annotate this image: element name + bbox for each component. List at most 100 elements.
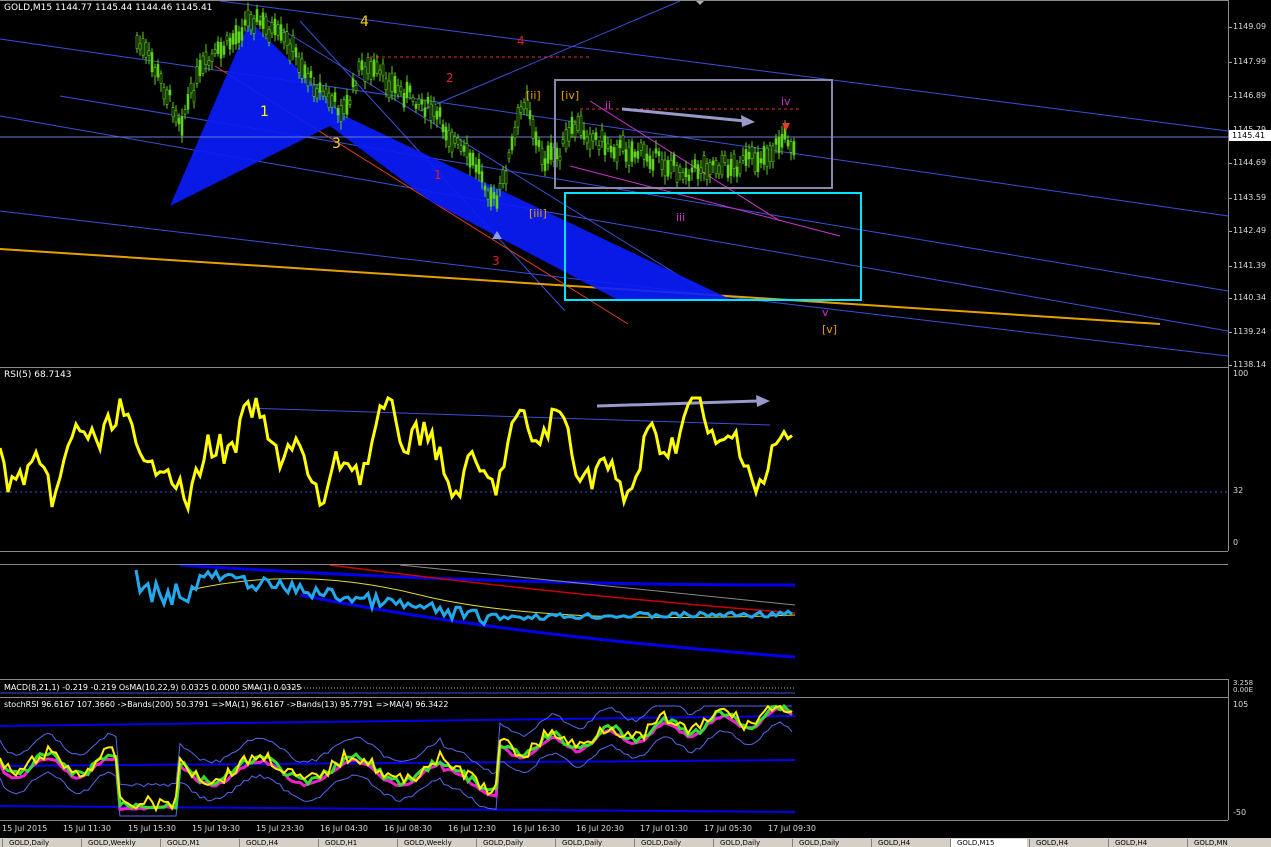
chart-tab[interactable]: GOLD,H4 bbox=[1029, 839, 1106, 847]
candle-body bbox=[681, 172, 685, 180]
time-tick: 17 Jul 05:30 bbox=[704, 824, 752, 833]
chart-tabs-bar[interactable]: GOLD,Daily GOLD,Weekly GOLD,M1 GOLD,H4 GOLD,… bbox=[0, 838, 1271, 847]
candle-body bbox=[261, 12, 265, 29]
candle-body bbox=[369, 61, 373, 80]
price-tick-mark bbox=[1229, 27, 1232, 28]
candle-body bbox=[282, 32, 286, 43]
red-ma bbox=[329, 565, 796, 614]
wave-label-purple-ii: ii bbox=[605, 99, 612, 112]
wave-label-yellow-1: 1 bbox=[260, 104, 269, 120]
price-tick-mark bbox=[1229, 365, 1232, 366]
candle-body bbox=[657, 151, 661, 157]
price-tick-mark bbox=[1229, 96, 1232, 97]
macd-pane[interactable]: MACD(8,21,1) -0.219 -0.219 OsMA(10,22,9)… bbox=[0, 679, 1228, 697]
candle-body bbox=[543, 158, 547, 172]
candle-body bbox=[330, 95, 334, 108]
candle-body bbox=[255, 9, 259, 23]
magenta-line bbox=[569, 165, 841, 237]
candle-body bbox=[348, 99, 352, 105]
candle-body bbox=[327, 92, 331, 108]
candle-body bbox=[645, 153, 649, 162]
price-scale[interactable]: 1149.091147.991146.891145.791144.691143.… bbox=[1228, 0, 1271, 369]
candle-body bbox=[429, 103, 433, 121]
candle-body bbox=[675, 165, 679, 183]
macd-tick: 0.00E bbox=[1233, 686, 1254, 694]
down-arrow-icon bbox=[782, 123, 790, 131]
candle-body bbox=[699, 167, 703, 174]
candle-body bbox=[696, 164, 700, 179]
candle-body bbox=[579, 115, 583, 136]
candle-body bbox=[465, 143, 469, 158]
chart-tab[interactable]: GOLD,Daily bbox=[792, 839, 869, 847]
price-chart-pane[interactable]: GOLD,M15 1144.77 1145.44 1144.46 1145.41… bbox=[0, 0, 1228, 367]
candle-body bbox=[165, 89, 169, 105]
wave-label-yellow-3: 3 bbox=[332, 136, 341, 152]
candle-body bbox=[576, 116, 580, 131]
chart-tab[interactable]: GOLD,H4 bbox=[239, 839, 316, 847]
time-tick: 16 Jul 08:30 bbox=[384, 824, 432, 833]
candle-body bbox=[360, 60, 364, 70]
candle-body bbox=[477, 159, 481, 175]
candle-body bbox=[444, 126, 448, 141]
chart-tab[interactable]: GOLD,Daily bbox=[555, 839, 632, 847]
candle-body bbox=[297, 56, 301, 73]
candle-body bbox=[357, 61, 361, 72]
candle-body bbox=[777, 136, 781, 154]
chart-header: GOLD,M15 1144.77 1145.44 1144.46 1145.41 bbox=[4, 3, 213, 13]
candle-body bbox=[534, 131, 538, 146]
candle-body bbox=[792, 141, 796, 156]
chart-tab[interactable]: GOLD,Daily bbox=[476, 839, 553, 847]
candle-body bbox=[678, 166, 682, 173]
candle-body bbox=[222, 45, 226, 55]
chart-tab[interactable]: GOLD,H4 bbox=[871, 839, 948, 847]
chart-tab[interactable]: GOLD,H4 bbox=[1108, 839, 1185, 847]
time-tick: 15 Jul 11:30 bbox=[63, 824, 111, 833]
price-chart-canvas[interactable] bbox=[0, 1, 1228, 367]
chart-tab[interactable]: GOLD,Daily bbox=[713, 839, 790, 847]
candle-body bbox=[339, 104, 343, 122]
chart-tab[interactable]: GOLD,Weekly bbox=[397, 839, 474, 847]
candle-body bbox=[567, 127, 571, 142]
candle-body bbox=[453, 136, 457, 144]
rsi-pane[interactable]: RSI(5) 68.7143 bbox=[0, 367, 1228, 551]
rsi-scale[interactable]: 100 32 0 bbox=[1228, 367, 1271, 551]
rsi-tick: 0 bbox=[1233, 538, 1239, 547]
candle-body bbox=[435, 110, 439, 120]
chart-tab[interactable]: GOLD,M1 bbox=[160, 839, 237, 847]
chart-tab[interactable]: GOLD,Daily bbox=[2, 839, 79, 847]
candle-body bbox=[627, 146, 631, 166]
bands-indicator-pane[interactable] bbox=[0, 564, 1228, 679]
candle-body bbox=[642, 143, 646, 160]
price-tick: 1143.59 bbox=[1233, 193, 1267, 202]
stochrsi-canvas[interactable] bbox=[0, 698, 1228, 821]
candle-body bbox=[150, 52, 154, 73]
candle-body bbox=[147, 50, 151, 56]
macd-scale[interactable]: 3.258 0.00E bbox=[1228, 679, 1271, 697]
candle-body bbox=[708, 162, 712, 175]
candle-body bbox=[216, 41, 220, 54]
price-tick-mark bbox=[1229, 298, 1232, 299]
stochrsi-scale[interactable]: 105 -50 bbox=[1228, 697, 1271, 820]
candle-body bbox=[546, 145, 550, 164]
price-tick-mark bbox=[1229, 266, 1232, 267]
candle-body bbox=[789, 141, 793, 153]
chart-tab[interactable]: GOLD,M15 bbox=[950, 839, 1027, 847]
candle-body bbox=[609, 145, 613, 153]
stochrsi-pane[interactable]: stochRSI 96.6167 107.3660 ->Bands(200) 5… bbox=[0, 697, 1228, 821]
rsi-canvas[interactable] bbox=[0, 368, 1228, 551]
price-tick: 1147.99 bbox=[1233, 57, 1267, 66]
chart-tab[interactable]: GOLD,Daily bbox=[634, 839, 711, 847]
bands-canvas[interactable] bbox=[0, 565, 1228, 679]
candle-body bbox=[750, 146, 754, 159]
time-tick: 16 Jul 12:30 bbox=[448, 824, 496, 833]
candle-body bbox=[336, 108, 340, 116]
chart-tab[interactable]: GOLD,MN bbox=[1187, 839, 1264, 847]
candle-body bbox=[726, 164, 730, 178]
chart-tab[interactable]: GOLD,Weekly bbox=[81, 839, 158, 847]
price-tick-mark bbox=[1229, 62, 1232, 63]
chart-tab[interactable]: GOLD,H1 bbox=[318, 839, 395, 847]
candle-body bbox=[321, 90, 325, 97]
time-axis[interactable]: 15 Jul 2015 15 Jul 11:30 15 Jul 15:30 15 Ju… bbox=[0, 820, 1228, 839]
candle-body bbox=[693, 159, 697, 168]
candle-body bbox=[600, 129, 604, 142]
